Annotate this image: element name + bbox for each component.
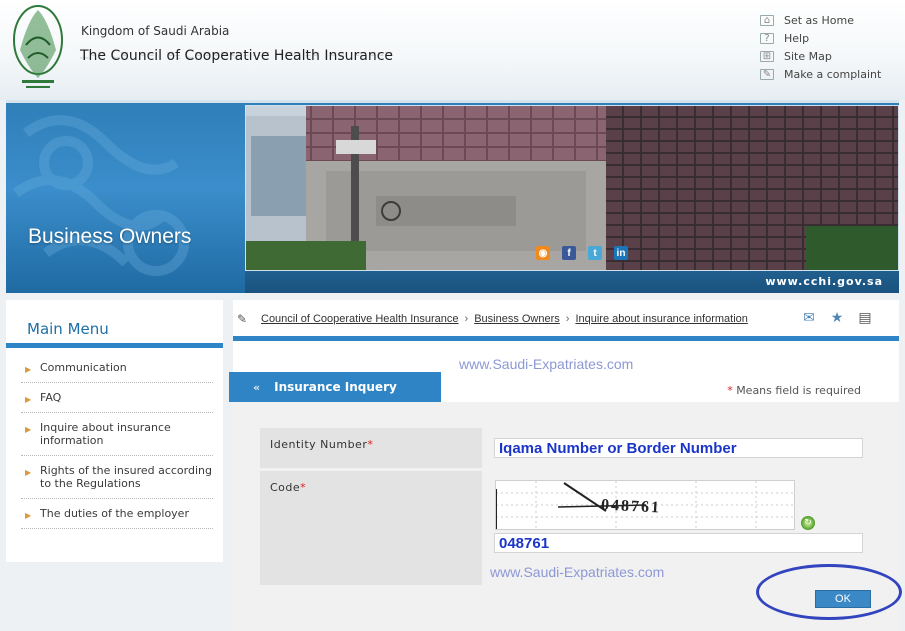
identity-label-text: Identity Number (270, 438, 368, 451)
banner: Business Owners ◉ f t in www.cchi.gov.sa (6, 100, 899, 293)
menu-item-duties[interactable]: ▶ The duties of the employer (21, 499, 213, 529)
breadcrumb-link-council[interactable]: Council of Cooperative Health Insurance (261, 313, 459, 325)
breadcrumb-icon: ✎ (237, 312, 248, 326)
main-menu: ▶ Communication ▶ FAQ ▶ Inquire about in… (21, 353, 213, 529)
council-title-reflection: The Council of Cooperative Health Insura… (80, 44, 394, 60)
cchi-logo-icon (13, 5, 63, 88)
breadcrumb: ✎ Council of Cooperative Health Insuranc… (237, 312, 748, 326)
set-as-home-label: Set as Home (784, 13, 855, 27)
twitter-icon[interactable]: t (588, 246, 602, 260)
code-label-text: Code (270, 481, 301, 494)
favorite-star-icon[interactable]: ★ (827, 310, 847, 326)
arrow-right-icon: ▶ (25, 511, 32, 520)
arrow-right-icon: ▶ (25, 468, 32, 477)
menu-item-inquire[interactable]: ▶ Inquire about insurance information (21, 413, 213, 456)
breadcrumb-separator-icon: › (464, 313, 469, 325)
sidebar: Main Menu ▶ Communication ▶ FAQ ▶ Inquir… (6, 300, 223, 562)
site-header: Kingdom of Saudi Arabia The Council of C… (0, 0, 905, 100)
required-asterisk: * (727, 384, 733, 397)
home-icon: ⌂ (760, 14, 774, 26)
complaint-icon: ✎ (760, 68, 774, 80)
arrow-right-icon: ▶ (25, 395, 32, 404)
watermark-bottom: www.Saudi-Expatriates.com (490, 564, 665, 580)
banner-footer: www.cchi.gov.sa (245, 271, 899, 293)
code-label: Code* (270, 481, 306, 494)
help-icon: ? (760, 32, 774, 44)
form-tab-title: Insurance Inquery (274, 380, 397, 394)
captcha-code: 048761 (600, 496, 662, 517)
linkedin-icon[interactable]: in (614, 246, 628, 260)
help-link[interactable]: ? Help (760, 29, 881, 47)
ok-button[interactable]: OK (815, 590, 871, 608)
identity-label: Identity Number* (270, 438, 373, 451)
make-complaint-label: Make a complaint (784, 67, 882, 81)
menu-item-communication[interactable]: ▶ Communication (21, 353, 213, 383)
set-as-home-link[interactable]: ⌂ Set as Home (760, 11, 881, 29)
menu-item-label: Rights of the insured according to the R… (40, 464, 212, 490)
main-menu-title: Main Menu (27, 320, 109, 338)
banner-title: Business Owners (28, 225, 192, 248)
identity-number-input[interactable]: Iqama Number or Border Number (494, 438, 863, 458)
required-note-text: Means field is required (736, 384, 861, 397)
site-map-link[interactable]: ⊞ Site Map (760, 47, 881, 65)
menu-item-rights[interactable]: ▶ Rights of the insured according to the… (21, 456, 213, 499)
help-label: Help (784, 31, 810, 45)
kingdom-title: Kingdom of Saudi Arabia (81, 24, 230, 38)
breadcrumb-link-business-owners[interactable]: Business Owners (474, 313, 560, 325)
arrow-right-icon: ▶ (25, 365, 32, 374)
content-divider (233, 336, 899, 341)
menu-divider (6, 343, 223, 348)
site-url: www.cchi.gov.sa (765, 275, 883, 288)
required-asterisk: * (367, 438, 374, 451)
make-complaint-link[interactable]: ✎ Make a complaint (760, 65, 881, 83)
email-icon[interactable]: ✉ (799, 310, 819, 326)
code-input[interactable]: 048761 (494, 533, 863, 553)
main-content: ✎ Council of Cooperative Health Insuranc… (229, 300, 902, 631)
breadcrumb-separator-icon: › (565, 313, 570, 325)
rss-icon[interactable]: ◉ (536, 246, 550, 260)
required-note: * Means field is required (727, 384, 861, 397)
arrow-right-icon: ▶ (25, 425, 32, 434)
refresh-captcha-icon[interactable]: ↻ (801, 516, 815, 530)
menu-item-label: Communication (40, 361, 127, 374)
menu-item-label: FAQ (40, 391, 62, 404)
sitemap-icon: ⊞ (760, 50, 774, 62)
facebook-icon[interactable]: f (562, 246, 576, 260)
form-tab: « Insurance Inquery (229, 372, 441, 402)
print-icon[interactable]: ▤ (855, 310, 875, 326)
menu-item-label: Inquire about insurance information (40, 421, 171, 447)
captcha-image: 048761 (495, 480, 795, 530)
page-tools: ✉ ★ ▤ (799, 310, 875, 326)
watermark-top: www.Saudi-Expatriates.com (459, 356, 634, 372)
required-asterisk: * (300, 481, 307, 494)
social-links: ◉ f t in (536, 246, 628, 260)
calligraphy-pattern-icon (13, 115, 189, 276)
menu-item-faq[interactable]: ▶ FAQ (21, 383, 213, 413)
site-map-label: Site Map (784, 49, 832, 63)
top-links: ⌂ Set as Home ? Help ⊞ Site Map ✎ Make a… (760, 11, 881, 83)
double-chevron-icon: « (253, 380, 261, 394)
breadcrumb-link-inquire[interactable]: Inquire about insurance information (575, 313, 747, 325)
menu-item-label: The duties of the employer (40, 507, 189, 520)
